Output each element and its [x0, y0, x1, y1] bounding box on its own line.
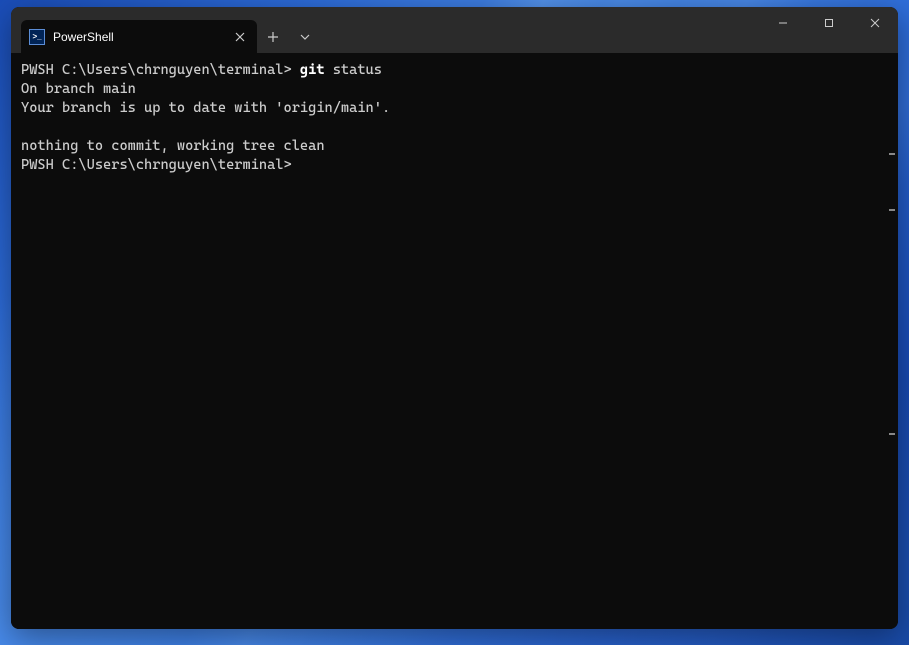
- terminal-line: [21, 118, 888, 137]
- scroll-marks: [889, 53, 895, 629]
- terminal-line: PWSH C:\Users\chrnguyen\terminal> git st…: [21, 61, 888, 80]
- tab-close-button[interactable]: [231, 28, 249, 46]
- plus-icon: [267, 31, 279, 43]
- terminal-line: On branch main: [21, 80, 888, 99]
- minimize-button[interactable]: [760, 7, 806, 39]
- maximize-button[interactable]: [806, 7, 852, 39]
- window-controls: [760, 7, 898, 39]
- powershell-icon: [29, 29, 45, 45]
- tab-actions: [257, 20, 321, 53]
- terminal-output[interactable]: PWSH C:\Users\chrnguyen\terminal> git st…: [11, 53, 898, 629]
- chevron-down-icon: [300, 34, 310, 40]
- terminal-line: nothing to commit, working tree clean: [21, 137, 888, 156]
- terminal-line: Your branch is up to date with 'origin/m…: [21, 99, 888, 118]
- terminal-window: PowerShell PWSH C:\Users\chrnguy: [11, 7, 898, 629]
- tab-title: PowerShell: [53, 30, 231, 44]
- terminal-line: PWSH C:\Users\chrnguyen\terminal>: [21, 156, 888, 175]
- tab-dropdown-button[interactable]: [289, 22, 321, 52]
- title-bar[interactable]: PowerShell: [11, 7, 898, 53]
- close-icon: [870, 18, 880, 28]
- tab-powershell[interactable]: PowerShell: [21, 20, 257, 53]
- minimize-icon: [778, 18, 788, 28]
- new-tab-button[interactable]: [257, 22, 289, 52]
- close-window-button[interactable]: [852, 7, 898, 39]
- maximize-icon: [824, 18, 834, 28]
- close-icon: [235, 32, 245, 42]
